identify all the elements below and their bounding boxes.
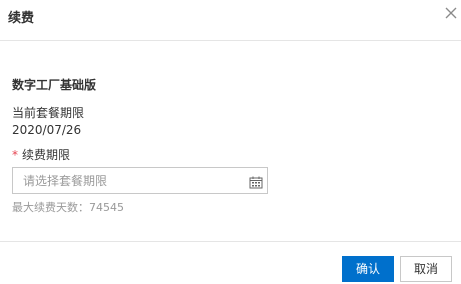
renew-dialog: 续费 数字工厂基础版 当前套餐期限 2020/07/26 * 续费期限 请选择套… [0,0,461,284]
cancel-button[interactable]: 取消 [400,256,452,282]
product-name: 数字工厂基础版 [12,78,97,92]
current-plan-value: 2020/07/26 [12,123,82,137]
dialog-header: 续费 [0,0,461,41]
dialog-body: 数字工厂基础版 当前套餐期限 2020/07/26 * 续费期限 请选择套餐期限… [0,41,461,241]
dialog-title: 续费 [8,11,35,26]
renew-period-label: * 续费期限 [12,148,70,162]
renew-period-picker[interactable] [12,167,268,194]
required-mark: * [12,148,18,162]
confirm-button[interactable]: 确认 [342,256,394,282]
calendar-icon[interactable] [249,174,263,189]
renew-period-input[interactable] [13,168,247,193]
close-icon[interactable] [443,5,459,21]
max-renew-days-hint: 最大续费天数：74545 [12,201,124,214]
dialog-footer: 确认 取消 [0,241,461,284]
current-plan-label: 当前套餐期限 [12,106,85,120]
renew-period-label-text: 续费期限 [22,148,71,162]
